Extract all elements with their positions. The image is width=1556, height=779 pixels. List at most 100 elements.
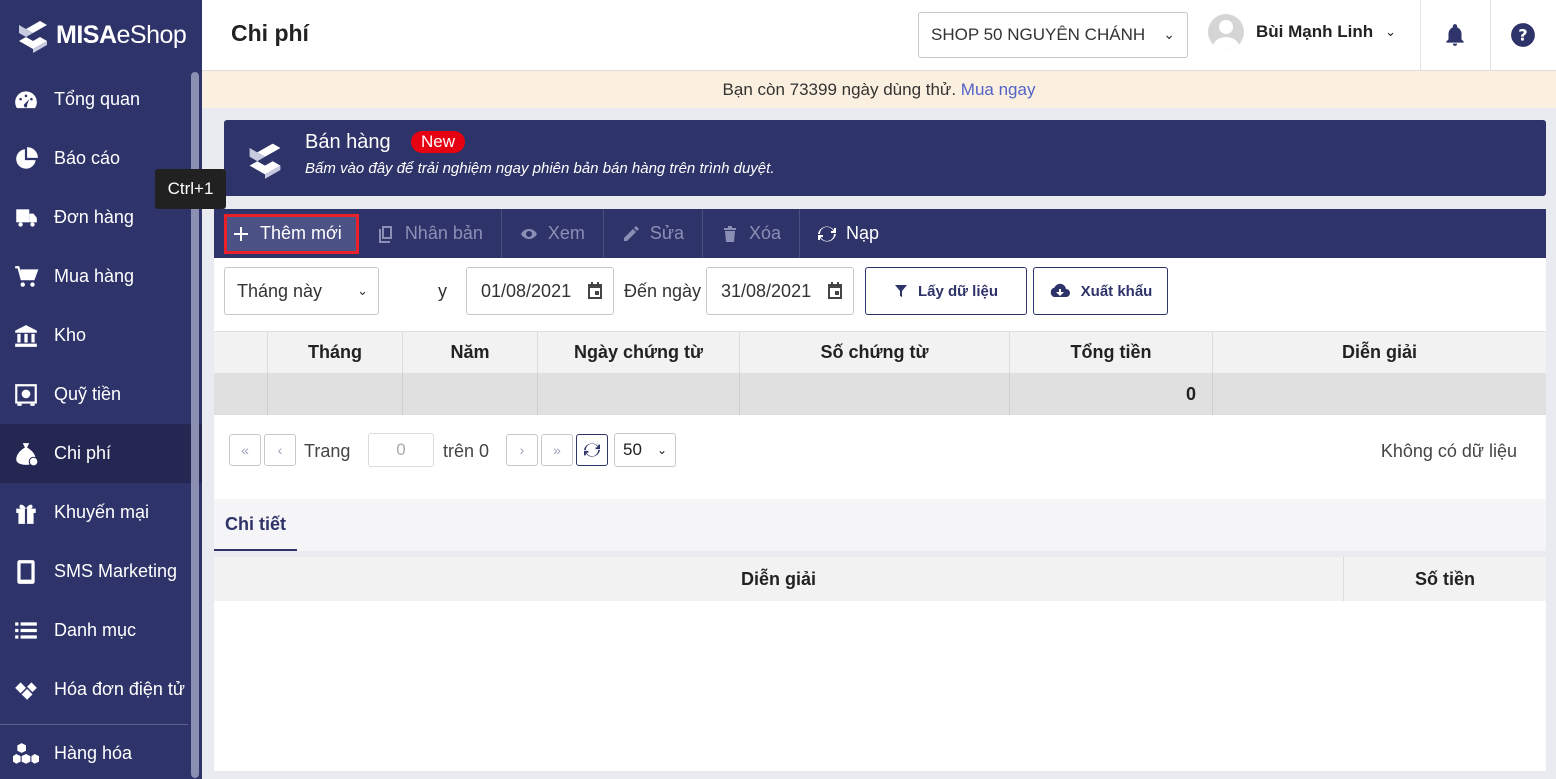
sidebar-item-label: SMS Marketing bbox=[54, 561, 178, 581]
reload-button[interactable]: Nạp bbox=[800, 209, 897, 258]
detail-tabs: Chi tiết bbox=[214, 499, 1546, 551]
user-menu[interactable]: Bùi Mạnh Linh ⌄ bbox=[1208, 14, 1396, 50]
help-icon[interactable]: ? bbox=[1510, 22, 1536, 48]
promo-title: Bán hàng bbox=[305, 131, 391, 153]
fetch-data-button[interactable]: Lấy dữ liệu bbox=[865, 267, 1027, 315]
e-invoice-icon bbox=[12, 676, 40, 704]
header-divider bbox=[1420, 0, 1421, 70]
calendar-icon[interactable] bbox=[585, 281, 605, 301]
cloud-download-icon bbox=[1050, 283, 1070, 297]
sidebar-item-label: Kho bbox=[54, 325, 87, 345]
sidebar-item-kho[interactable]: Kho bbox=[0, 306, 202, 365]
sidebar-item-danh-muc[interactable]: Danh mục bbox=[0, 601, 202, 660]
duplicate-button[interactable]: Nhân bản bbox=[359, 209, 501, 258]
from-date-input[interactable]: 01/08/2021 bbox=[466, 267, 614, 315]
grid-header-select[interactable] bbox=[214, 332, 268, 373]
edit-label: Sửa bbox=[649, 223, 684, 243]
page-number-input[interactable]: 0 bbox=[368, 433, 434, 467]
sidebar-item-label: Danh mục bbox=[54, 620, 137, 640]
export-label: Xuất khẩu bbox=[1080, 282, 1153, 300]
sidebar-item-label: Khuyến mại bbox=[54, 502, 150, 522]
delete-button[interactable]: Xóa bbox=[703, 209, 799, 258]
sidebar-item-hang-hoa[interactable]: Hàng hóa bbox=[0, 724, 188, 779]
summary-total: 0 bbox=[1010, 373, 1213, 415]
export-button[interactable]: Xuất khẩu bbox=[1033, 267, 1168, 315]
user-name: Bùi Mạnh Linh bbox=[1256, 22, 1374, 41]
page-total-label: trên 0 bbox=[443, 441, 490, 461]
cart-icon bbox=[12, 263, 40, 291]
summary-cell bbox=[268, 373, 403, 415]
refresh-icon bbox=[584, 443, 600, 457]
summary-cell bbox=[538, 373, 740, 415]
boxes-icon bbox=[12, 740, 40, 768]
detail-grid: Diễn giải Số tiền bbox=[214, 557, 1546, 771]
next-page-button[interactable]: › bbox=[506, 434, 538, 466]
grid-header-year[interactable]: Năm bbox=[403, 332, 538, 373]
header-divider bbox=[1490, 0, 1491, 70]
new-badge: New bbox=[411, 131, 466, 153]
tab-detail[interactable]: Chi tiết bbox=[214, 499, 297, 551]
filter-bar: Tháng này ⌄ y 01/08/2021 Đến ngày 31/08/… bbox=[214, 258, 1546, 331]
shop-selector[interactable]: SHOP 50 NGUYÊN CHÁNH ⌄ bbox=[918, 12, 1188, 58]
period-select[interactable]: Tháng này ⌄ bbox=[224, 267, 379, 315]
grid-header-description[interactable]: Diễn giải bbox=[1213, 332, 1546, 373]
app-logo[interactable]: MISAeShop bbox=[0, 0, 202, 70]
sidebar-item-khuyen-mai[interactable]: Khuyến mại bbox=[0, 483, 202, 542]
page-size-select[interactable]: 50 ⌄ bbox=[614, 433, 676, 467]
sidebar-item-label: Quỹ tiền bbox=[54, 384, 122, 404]
to-date-input[interactable]: 31/08/2021 bbox=[706, 267, 854, 315]
shop-selector-value: SHOP 50 NGUYÊN CHÁNH bbox=[931, 25, 1146, 44]
sidebar-bottom: Hàng hóa bbox=[0, 724, 188, 779]
expense-grid: Tháng Năm Ngày chứng từ Số chứng từ Tổng… bbox=[214, 331, 1546, 415]
grid-header-month[interactable]: Tháng bbox=[268, 332, 403, 373]
duplicate-label: Nhân bản bbox=[404, 223, 483, 243]
prev-page-button[interactable]: ‹ bbox=[264, 434, 296, 466]
add-new-button[interactable]: Thêm mới bbox=[224, 213, 359, 254]
view-label: Xem bbox=[547, 223, 585, 243]
eye-icon bbox=[520, 225, 538, 243]
sales-promo-banner[interactable]: Bán hàng New Bấm vào đây để trải nghiệm … bbox=[224, 120, 1546, 196]
sidebar-item-quy-tien[interactable]: Quỹ tiền bbox=[0, 365, 202, 424]
period-value: Tháng này bbox=[237, 281, 323, 301]
calendar-icon[interactable] bbox=[825, 281, 845, 301]
app-brand: MISAeShop bbox=[56, 20, 187, 50]
grid-header-total[interactable]: Tổng tiền bbox=[1010, 332, 1213, 373]
refresh-page-button[interactable] bbox=[576, 434, 608, 466]
brand-bold: MISA bbox=[56, 20, 117, 49]
detail-header-amount[interactable]: Số tiền bbox=[1344, 557, 1546, 601]
filter-icon bbox=[894, 285, 907, 297]
misa-logo-icon bbox=[19, 17, 47, 53]
sidebar-item-chi-phi[interactable]: Chi phí bbox=[0, 424, 202, 483]
sidebar-item-label: Hóa đơn điện tử bbox=[54, 679, 185, 699]
trash-icon bbox=[721, 225, 739, 243]
shortcut-tooltip: Ctrl+1 bbox=[155, 169, 226, 209]
chevron-down-icon: ⌄ bbox=[1163, 26, 1175, 42]
detail-header-description[interactable]: Diễn giải bbox=[214, 557, 1344, 601]
sidebar-item-sms-marketing[interactable]: SMS Marketing bbox=[0, 542, 202, 601]
sidebar-item-label: Hàng hóa bbox=[54, 743, 133, 763]
from-date-label: y bbox=[438, 281, 447, 301]
page-label: Trang bbox=[304, 441, 351, 461]
first-page-button[interactable]: « bbox=[229, 434, 261, 466]
main-content: Bán hàng New Bấm vào đây để trải nghiệm … bbox=[214, 108, 1546, 771]
bell-icon[interactable] bbox=[1442, 22, 1468, 48]
add-new-label: Thêm mới bbox=[260, 223, 342, 243]
refresh-icon bbox=[818, 225, 837, 243]
grid-header-voucher-no[interactable]: Số chứng từ bbox=[740, 332, 1010, 373]
last-page-button[interactable]: » bbox=[541, 434, 573, 466]
buy-now-link[interactable]: Mua ngay bbox=[961, 80, 1036, 99]
grid-header-voucher-date[interactable]: Ngày chứng từ bbox=[538, 332, 740, 373]
sidebar-item-tong-quan[interactable]: Tổng quan bbox=[0, 70, 202, 129]
edit-button[interactable]: Sửa bbox=[604, 209, 702, 258]
to-date-value: 31/08/2021 bbox=[721, 281, 812, 301]
view-button[interactable]: Xem bbox=[502, 209, 603, 258]
from-date-value: 01/08/2021 bbox=[481, 281, 572, 301]
sidebar-item-hoa-don-dien-tu[interactable]: Hóa đơn điện tử bbox=[0, 660, 202, 719]
promo-subtitle: Bấm vào đây để trải nghiệm ngay phiên bả… bbox=[305, 160, 775, 177]
top-header: Chi phí SHOP 50 NGUYÊN CHÁNH ⌄ Bùi Mạnh … bbox=[202, 0, 1556, 71]
brand-light: eShop bbox=[116, 20, 187, 49]
toolbar: Thêm mới Nhân bản Xem Sửa Xóa Nạp bbox=[214, 209, 1546, 258]
grid-header: Tháng Năm Ngày chứng từ Số chứng từ Tổng… bbox=[214, 331, 1546, 373]
pie-chart-icon bbox=[12, 145, 40, 173]
sidebar-item-mua-hang[interactable]: Mua hàng bbox=[0, 247, 202, 306]
